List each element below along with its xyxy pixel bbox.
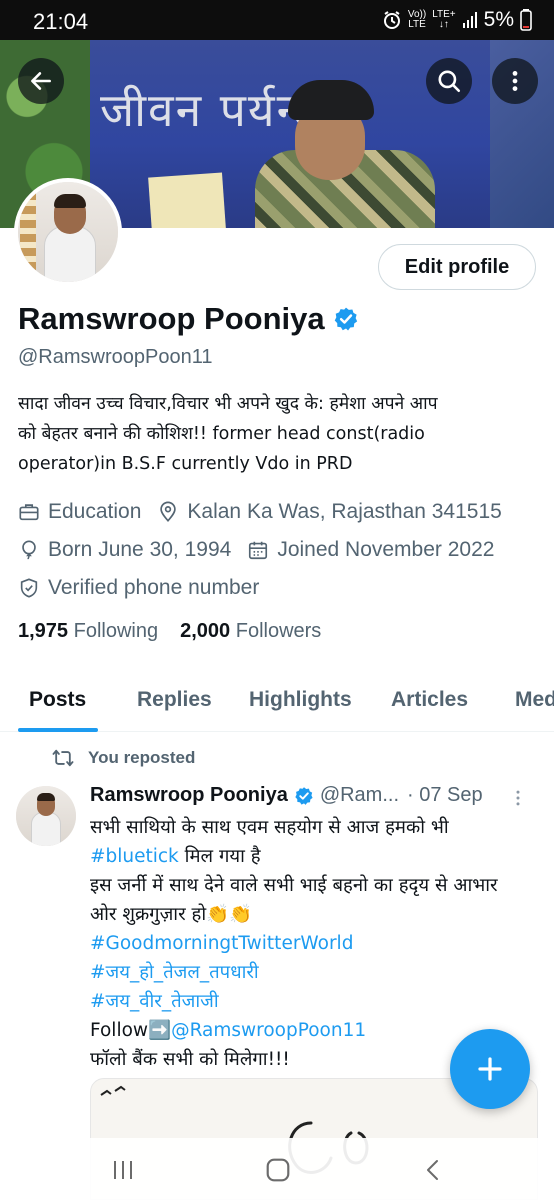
search-icon xyxy=(438,70,461,93)
recent-apps-button[interactable] xyxy=(103,1154,143,1186)
active-tab-indicator xyxy=(18,728,98,732)
post-line: इस जर्नी में साथ देने वाले सभी भाई बहनो … xyxy=(90,875,498,896)
repost-indicator: You reposted xyxy=(52,748,195,768)
tab-posts[interactable]: Posts xyxy=(29,688,86,712)
home-icon xyxy=(266,1158,290,1182)
profile-bio: सादा जीवन उच्च विचार,विचार भी अपने खुद क… xyxy=(18,389,538,479)
verified-badge-icon xyxy=(295,786,313,805)
profile-handle: @RamswroopPoon11 xyxy=(18,346,213,368)
bird-sketch-icon xyxy=(100,1085,126,1096)
signal-icon xyxy=(462,12,477,28)
tab-media[interactable]: Med xyxy=(515,688,554,712)
plus-icon xyxy=(478,1057,502,1081)
post-line: सभी साथियो के साथ एवम सहयोग से आज हमको भ… xyxy=(90,817,449,838)
bio-line: को बेहतर बनाने की कोशिश!! former head co… xyxy=(18,424,425,444)
post-author-handle: @Ram... xyxy=(319,784,400,806)
back-button[interactable] xyxy=(18,58,64,104)
more-vertical-icon xyxy=(512,71,518,91)
post-author-name[interactable]: Ramswroop Pooniya xyxy=(90,784,288,807)
status-time: 21:04 xyxy=(33,9,89,34)
post-line: #bluetick मिल गया है xyxy=(90,842,540,871)
profile-joined: Joined November 2022 xyxy=(247,538,494,562)
home-button[interactable] xyxy=(258,1154,298,1186)
followers-label: Followers xyxy=(235,620,322,642)
post-line: ओर शुक्रगुज़ार हो👏👏 xyxy=(90,904,253,925)
banner-plaque xyxy=(148,172,226,228)
arrow-left-icon xyxy=(31,72,51,90)
followers-link[interactable]: 2,000 Followers xyxy=(180,620,321,643)
profile-category: Education xyxy=(18,500,141,524)
battery-icon xyxy=(520,9,532,31)
repost-icon xyxy=(52,749,74,767)
balloon-icon xyxy=(22,540,36,560)
post-more-icon[interactable] xyxy=(508,788,528,808)
birthday-text: Born June 30, 1994 xyxy=(48,538,232,561)
post-line-text: मिल गया है xyxy=(178,846,261,867)
calendar-icon xyxy=(249,541,268,560)
joined-text: Joined November 2022 xyxy=(277,538,495,561)
avatar-hair xyxy=(54,194,86,208)
system-nav-bar xyxy=(0,1138,554,1200)
location-text: Kalan Ka Was, Rajasthan 341515 xyxy=(187,500,502,523)
following-count: 1,975 xyxy=(18,620,69,642)
repost-label: You reposted xyxy=(88,748,196,767)
profile-avatar[interactable] xyxy=(14,178,122,286)
post-date: · 07 Sep xyxy=(407,784,483,806)
post-avatar-shirt xyxy=(31,812,61,846)
briefcase-icon xyxy=(19,504,39,521)
more-options-button[interactable] xyxy=(492,58,538,104)
profile-meta-row-3: Verified phone number xyxy=(18,576,275,600)
bio-line: सादा जीवन उच्च विचार,विचार भी अपने खुद क… xyxy=(18,394,438,414)
post-header: Ramswroop Pooniya @Ram... · 07 Sep xyxy=(90,784,538,807)
profile-name-row: Ramswroop Pooniya xyxy=(18,301,359,337)
avatar-shirt xyxy=(44,226,96,282)
follow-prefix: Follow➡️ xyxy=(90,1020,172,1041)
back-nav-button[interactable] xyxy=(413,1154,453,1186)
profile-location: Kalan Ka Was, Rajasthan 341515 xyxy=(157,500,502,524)
alarm-icon xyxy=(383,11,400,29)
volte-indicator: Vo)) LTE xyxy=(408,10,426,30)
lte-bottom: ↓↑ xyxy=(438,19,449,30)
bio-line: operator)in B.S.F currently Vdo in PRD xyxy=(18,454,353,474)
follow-stats: 1,975 Following 2,000 Followers xyxy=(18,620,321,643)
edit-profile-button[interactable]: Edit profile xyxy=(378,244,536,290)
status-bar: 21:04 Vo)) LTE LTE+ ↓↑ 5% xyxy=(0,0,554,40)
display-name: Ramswroop Pooniya xyxy=(18,301,325,336)
avatar-ornament xyxy=(20,192,36,272)
tab-articles[interactable]: Articles xyxy=(391,688,468,712)
location-pin-icon xyxy=(160,501,177,522)
shield-check-icon xyxy=(20,578,38,598)
lte-indicator: LTE+ ↓↑ xyxy=(432,10,455,30)
verified-badge-icon[interactable] xyxy=(333,306,359,332)
mention-link[interactable]: @RamswroopPoon11 xyxy=(171,1020,366,1041)
volte-bottom: LTE xyxy=(408,19,426,30)
profile-birthday: Born June 30, 1994 xyxy=(18,538,231,562)
post-author-avatar[interactable] xyxy=(16,786,76,846)
hashtag-link[interactable]: #bluetick xyxy=(90,846,179,867)
tab-highlights[interactable]: Highlights xyxy=(249,688,352,712)
chevron-left-icon xyxy=(427,1160,438,1180)
banner-soldier-cap xyxy=(288,80,374,120)
verified-phone-text: Verified phone number xyxy=(48,576,260,599)
battery-percent: 5% xyxy=(483,8,514,31)
following-link[interactable]: 1,975 Following xyxy=(18,620,158,643)
status-icons: Vo)) LTE LTE+ ↓↑ 5% xyxy=(382,8,532,32)
profile-tabs: Posts Replies Highlights Articles Med xyxy=(0,668,554,732)
search-button[interactable] xyxy=(426,58,472,104)
tab-replies[interactable]: Replies xyxy=(137,688,212,712)
followers-count: 2,000 xyxy=(180,620,231,642)
hashtag-link[interactable]: #जय_हो_तेजल_तपधारी xyxy=(90,958,540,987)
post-avatar-hair xyxy=(37,793,55,801)
compose-post-button[interactable] xyxy=(450,1029,530,1109)
profile-meta-row-2: Born June 30, 1994 Joined November 2022 xyxy=(18,538,510,562)
following-label: Following xyxy=(73,620,159,642)
hashtag-link[interactable]: #GoodmorningtTwitterWorld xyxy=(90,929,540,958)
profile-verified-phone[interactable]: Verified phone number xyxy=(18,576,259,600)
hashtag-link[interactable]: #जय_वीर_तेजाजी xyxy=(90,987,540,1016)
category-text: Education xyxy=(48,500,142,523)
recent-apps-icon xyxy=(114,1161,132,1179)
profile-meta-row-1: Education Kalan Ka Was, Rajasthan 341515 xyxy=(18,500,518,524)
